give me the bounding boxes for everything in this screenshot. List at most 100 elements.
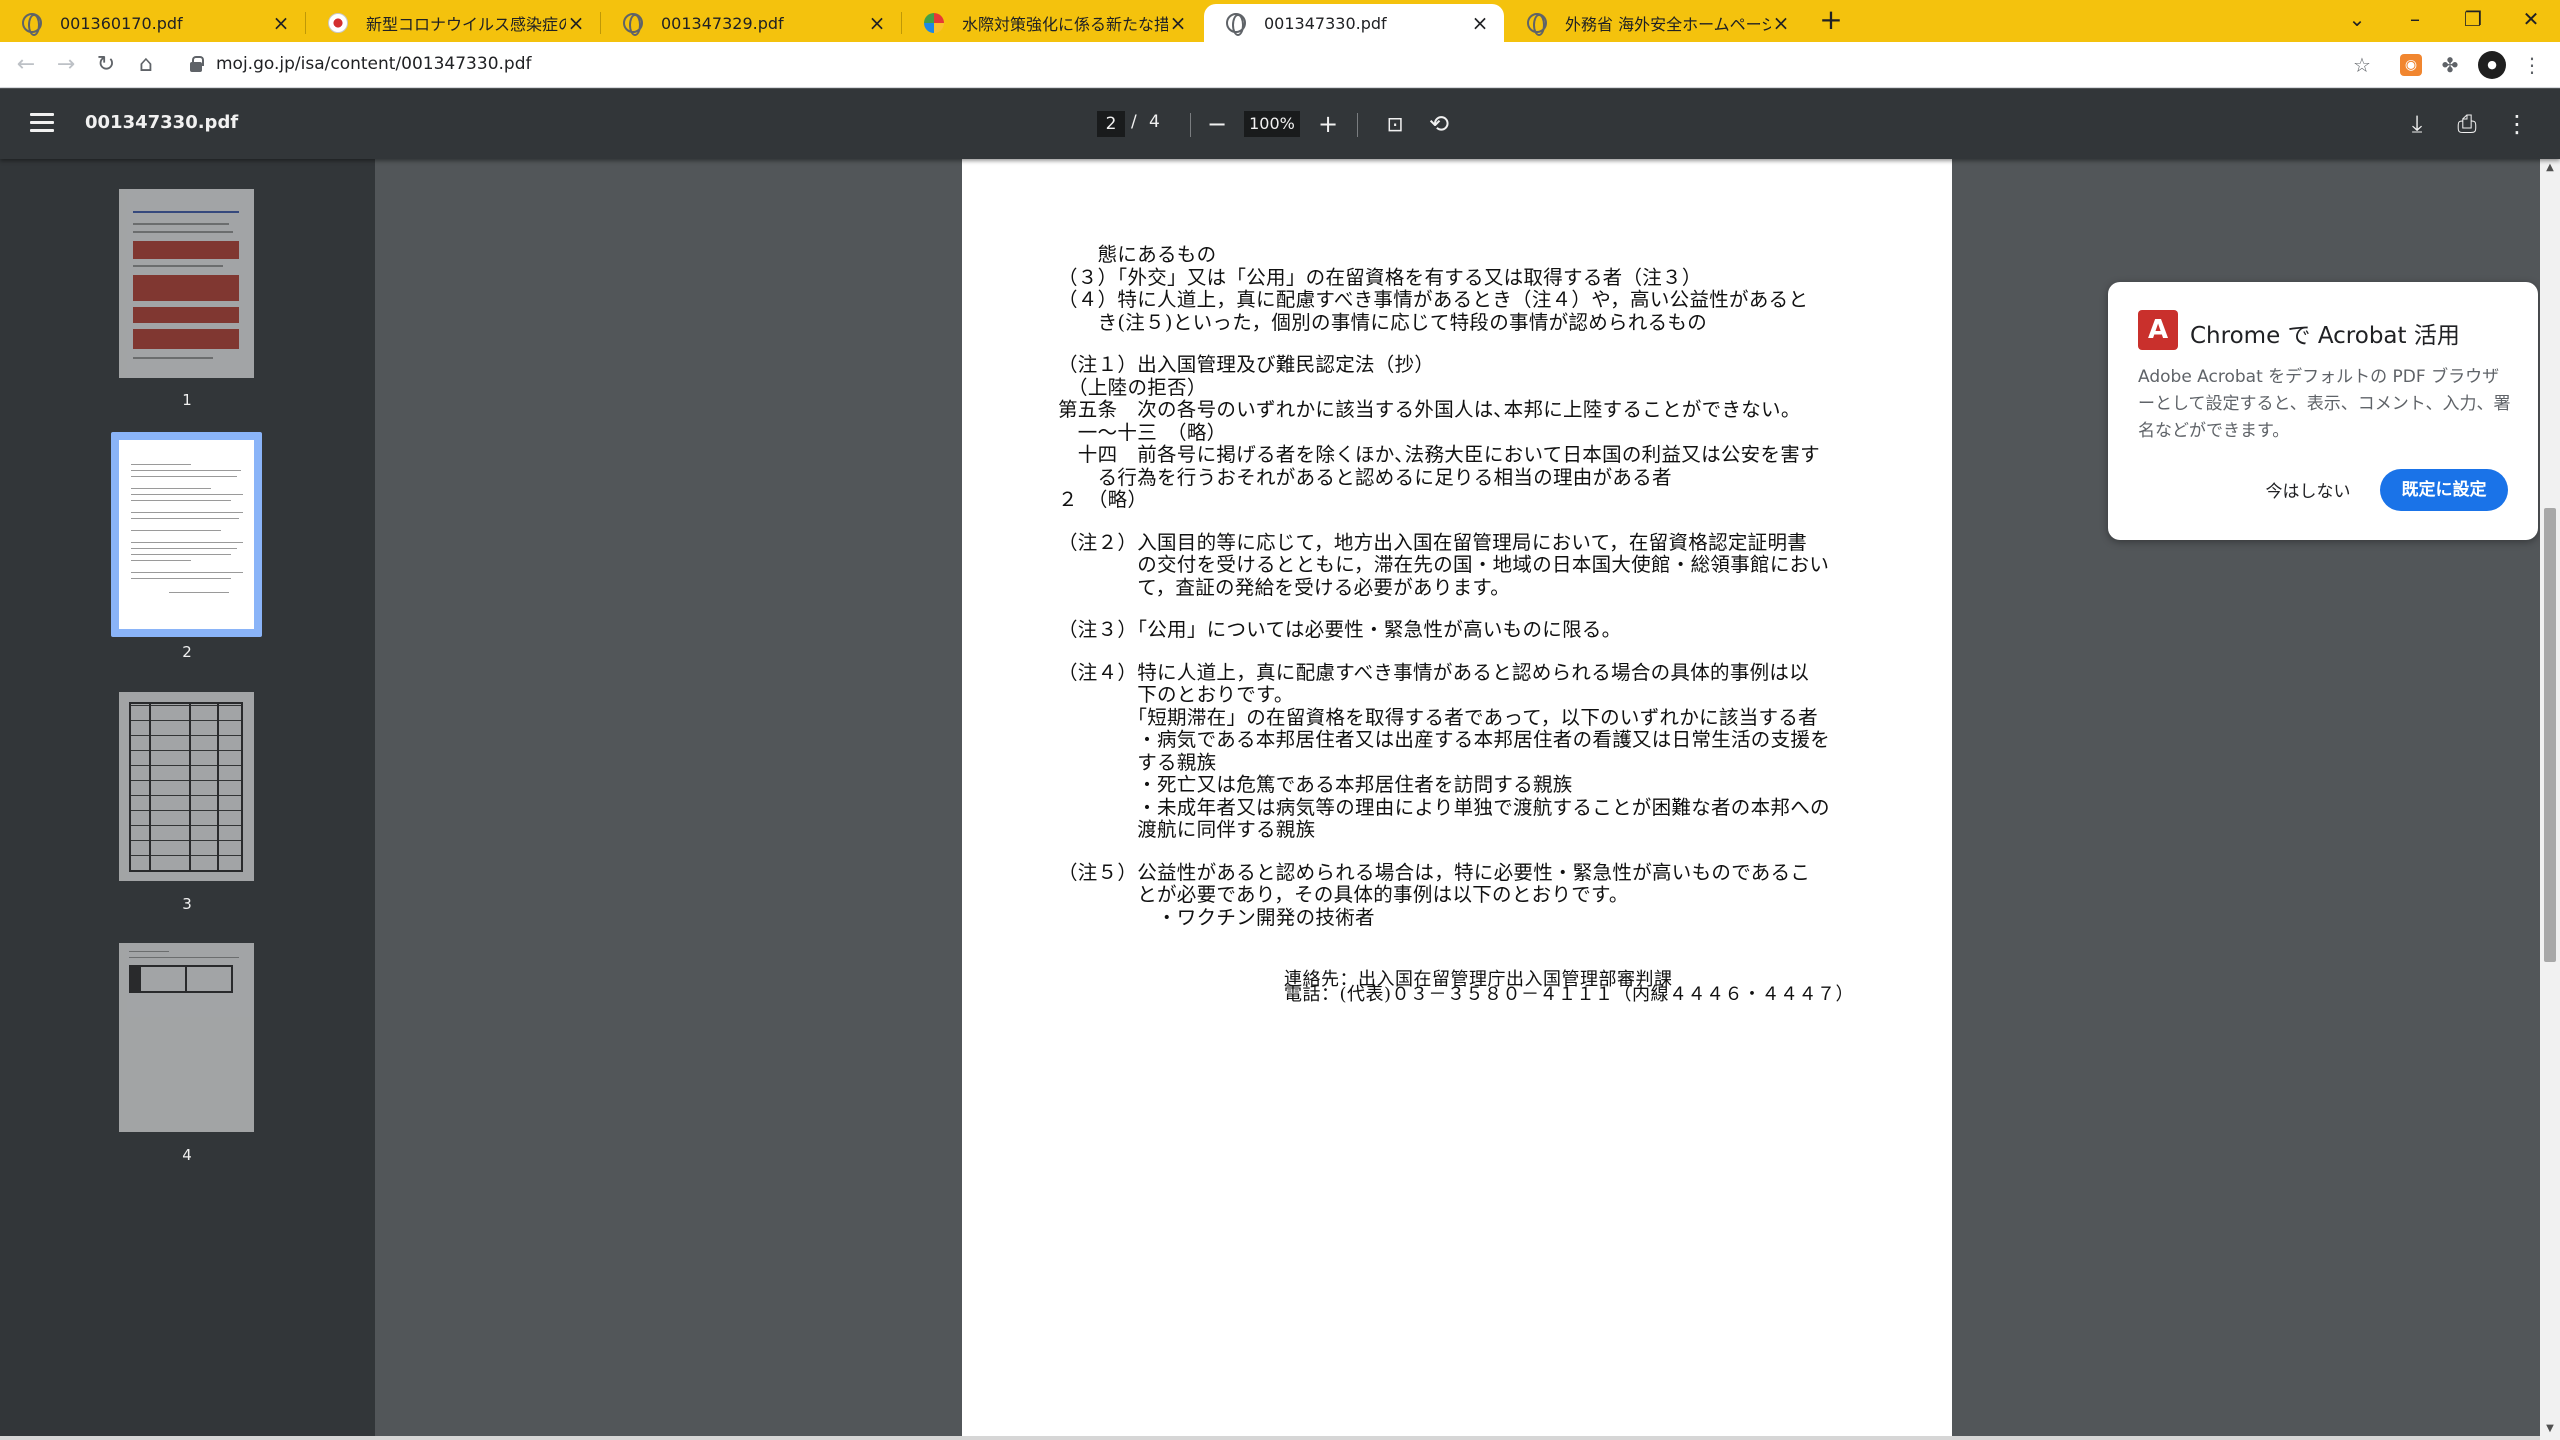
- not-now-button[interactable]: 今はしない: [2248, 472, 2368, 512]
- thumbnail-label: 4: [182, 1146, 192, 1164]
- document-line: ・死亡又は危篤である本邦居住者を訪問する親族: [1058, 773, 1573, 796]
- dialog-body: Adobe Acrobat をデフォルトの PDF ブラウザーとして設定すると、…: [2138, 367, 2511, 441]
- tab-3[interactable]: 001347329.pdf ×: [601, 4, 901, 42]
- horizontal-scrollbar[interactable]: [0, 1436, 2540, 1440]
- tab-title: 001360170.pdf: [60, 13, 183, 33]
- tab-6[interactable]: 外務省 海外安全ホームページ ×: [1505, 4, 1805, 42]
- document-line: （注１）出入国管理及び難民認定法（抄）: [1058, 353, 1435, 376]
- contact-block: 連絡先：出入国在留管理庁出入国管理部審判課 電話：(代表)０３－３５８０－４１１…: [1284, 971, 1855, 1005]
- sidebar-menu-icon[interactable]: [30, 113, 54, 133]
- document-line: 十四 前各号に掲げる者を除くほか､法務大臣において日本国の利益又は公安を害す: [1058, 443, 1820, 466]
- browser-toolbar: ← → ↻ ⌂ moj.go.jp/isa/content/001347330.…: [0, 42, 2560, 88]
- profile-avatar[interactable]: ●: [2478, 51, 2506, 79]
- close-icon[interactable]: ×: [1470, 11, 1490, 35]
- document-line: ２ （略）: [1058, 488, 1148, 511]
- page-separator: /: [1131, 112, 1137, 132]
- scroll-down-arrow-icon[interactable]: ▼: [2540, 1420, 2560, 1438]
- document-line: （注４）特に人道上，真に配慮すべき事情があると認められる場合の具体的事例は以: [1058, 660, 1810, 684]
- print-icon[interactable]: ⎙: [2452, 109, 2482, 139]
- zoom-out-button[interactable]: −: [1202, 109, 1232, 139]
- tab-title: 外務省 海外安全ホームページ: [1565, 15, 1771, 34]
- window-close-button[interactable]: ✕: [2502, 0, 2560, 40]
- document-line: （注５）公益性があると認められる場合は，特に必要性・緊急性が高いものであるこ: [1058, 860, 1811, 884]
- pdf-filename: 001347330.pdf: [85, 112, 239, 133]
- tab-2[interactable]: 新型コロナウイルス感染症の拡大防止 ×: [306, 4, 600, 42]
- document-line: ・病気である本邦居住者又は出産する本邦居住者の看護又は日常生活の支援を: [1058, 728, 1831, 751]
- page-number-input[interactable]: 2: [1097, 111, 1125, 137]
- document-line: て，査証の発給を受ける必要があります。: [1058, 575, 1511, 599]
- close-icon[interactable]: ×: [271, 11, 291, 35]
- acrobat-logo-icon: A: [2138, 310, 2178, 350]
- document-line: の交付を受けるとともに，滞在先の国・地域の日本国大使館・総領事館におい: [1058, 553, 1830, 576]
- zoom-in-button[interactable]: +: [1313, 109, 1343, 139]
- document-line: （注３）「公用」については必要性・緊急性が高いものに限る。: [1058, 618, 1622, 641]
- scrollbar-thumb[interactable]: [2544, 508, 2556, 962]
- document-line: とが必要であり，その具体的事例は以下のとおりです。: [1058, 883, 1629, 906]
- tab-1[interactable]: 001360170.pdf ×: [0, 4, 305, 42]
- toolbar-divider: [1190, 113, 1191, 137]
- home-button[interactable]: ⌂: [130, 49, 162, 81]
- scroll-up-arrow-icon[interactable]: ▲: [2540, 159, 2560, 177]
- forward-button[interactable]: →: [50, 49, 82, 81]
- back-button[interactable]: ←: [10, 49, 42, 81]
- extensions-puzzle-icon[interactable]: ✤: [2436, 51, 2464, 79]
- close-icon[interactable]: ×: [1168, 11, 1188, 35]
- thumbnail-label: 2: [182, 643, 192, 661]
- acrobat-promo-dialog: A Chrome で Acrobat 活用 Adobe Acrobat をデフォ…: [2108, 282, 2538, 540]
- fit-page-icon[interactable]: ⊡: [1380, 109, 1410, 139]
- set-default-button[interactable]: 既定に設定: [2380, 469, 2508, 511]
- chrome-menu-icon[interactable]: ⋮: [2518, 51, 2546, 79]
- contact-phone: 電話：(代表)０３－３５８０－４１１１（内線４４４６・４４４７）: [1284, 984, 1855, 1005]
- document-line: する親族: [1058, 750, 1217, 774]
- tab-strip: 001360170.pdf × 新型コロナウイルス感染症の拡大防止 × 0013…: [0, 0, 2560, 42]
- flag-icon: [328, 13, 348, 33]
- new-tab-button[interactable]: +: [1814, 4, 1848, 38]
- document-line: 渡航に同伴する親族: [1058, 818, 1316, 841]
- bookmark-star-icon[interactable]: ☆: [2348, 51, 2376, 79]
- document-line: 第五条 次の各号のいずれかに該当する外国人は､本邦に上陸することができない。: [1058, 398, 1801, 421]
- zoom-level-input[interactable]: 100%: [1244, 111, 1300, 137]
- pdf-toolbar: 001347330.pdf 2 / 4 − 100% + ⊡ ⟲ ⤓ ⎙ ⋮: [0, 89, 2560, 159]
- tab-title: 001347329.pdf: [661, 13, 784, 33]
- page-thumbnail-3[interactable]: [119, 692, 254, 881]
- document-line: （注２）入国目的等に応じて，地方出入国在留管理局において，在留資格認定証明書: [1058, 530, 1808, 554]
- pdf-page: 態にあるもの （３）「外交」又は「公用」の在留資格を有する又は取得する者（注３）（…: [962, 159, 1952, 1440]
- more-options-icon[interactable]: ⋮: [2502, 109, 2532, 139]
- page-thumbnail-2[interactable]: [119, 440, 254, 629]
- address-bar[interactable]: moj.go.jp/isa/content/001347330.pdf: [216, 54, 531, 74]
- thumbnail-label: 3: [182, 895, 192, 913]
- tab-4[interactable]: 水際対策強化に係る新たな措置（ ×: [902, 4, 1202, 42]
- close-icon[interactable]: ×: [867, 11, 887, 35]
- document-line: ・未成年者又は病気等の理由により単独で渡航することが困難な者の本邦への: [1058, 795, 1830, 819]
- rss-extension-icon[interactable]: ◉: [2400, 54, 2422, 76]
- thumbnail-label: 1: [182, 391, 192, 409]
- close-icon[interactable]: ×: [1771, 11, 1791, 35]
- page-thumbnail-1[interactable]: [119, 189, 254, 378]
- lock-icon[interactable]: [190, 56, 204, 72]
- restore-button[interactable]: ❐: [2444, 0, 2502, 40]
- tab-5-active[interactable]: 001347330.pdf ×: [1204, 4, 1504, 42]
- close-icon[interactable]: ×: [566, 11, 586, 35]
- globe-icon: [1226, 13, 1246, 36]
- minimize-button[interactable]: –: [2386, 0, 2444, 40]
- globe-icon: [1527, 13, 1547, 36]
- document-line: （上陸の拒否）: [1058, 375, 1207, 399]
- tab-search-chevron-icon[interactable]: ⌄: [2328, 0, 2386, 40]
- rotate-icon[interactable]: ⟲: [1424, 109, 1454, 139]
- toolbar-divider: [1357, 113, 1358, 137]
- document-line: （４）特に人道上，真に配慮すべき事情があるとき（注４）や，高い公益性があると: [1058, 288, 1809, 311]
- document-line: ・ワクチン開発の技術者: [1058, 905, 1375, 929]
- document-body: 態にあるもの （３）「外交」又は「公用」の在留資格を有する又は取得する者（注３）（…: [1058, 243, 1888, 929]
- tab-title: 新型コロナウイルス感染症の拡大防止: [366, 15, 566, 34]
- reload-button[interactable]: ↻: [90, 49, 122, 81]
- globe-icon: [623, 13, 643, 36]
- emblem-icon: [924, 13, 944, 33]
- tab-title: 001347330.pdf: [1264, 13, 1387, 33]
- download-icon[interactable]: ⤓: [2402, 109, 2432, 139]
- page-thumbnail-4[interactable]: [119, 943, 254, 1132]
- document-line: る行為を行うおそれがあると認めるに足りる相当の理由がある者: [1058, 465, 1672, 489]
